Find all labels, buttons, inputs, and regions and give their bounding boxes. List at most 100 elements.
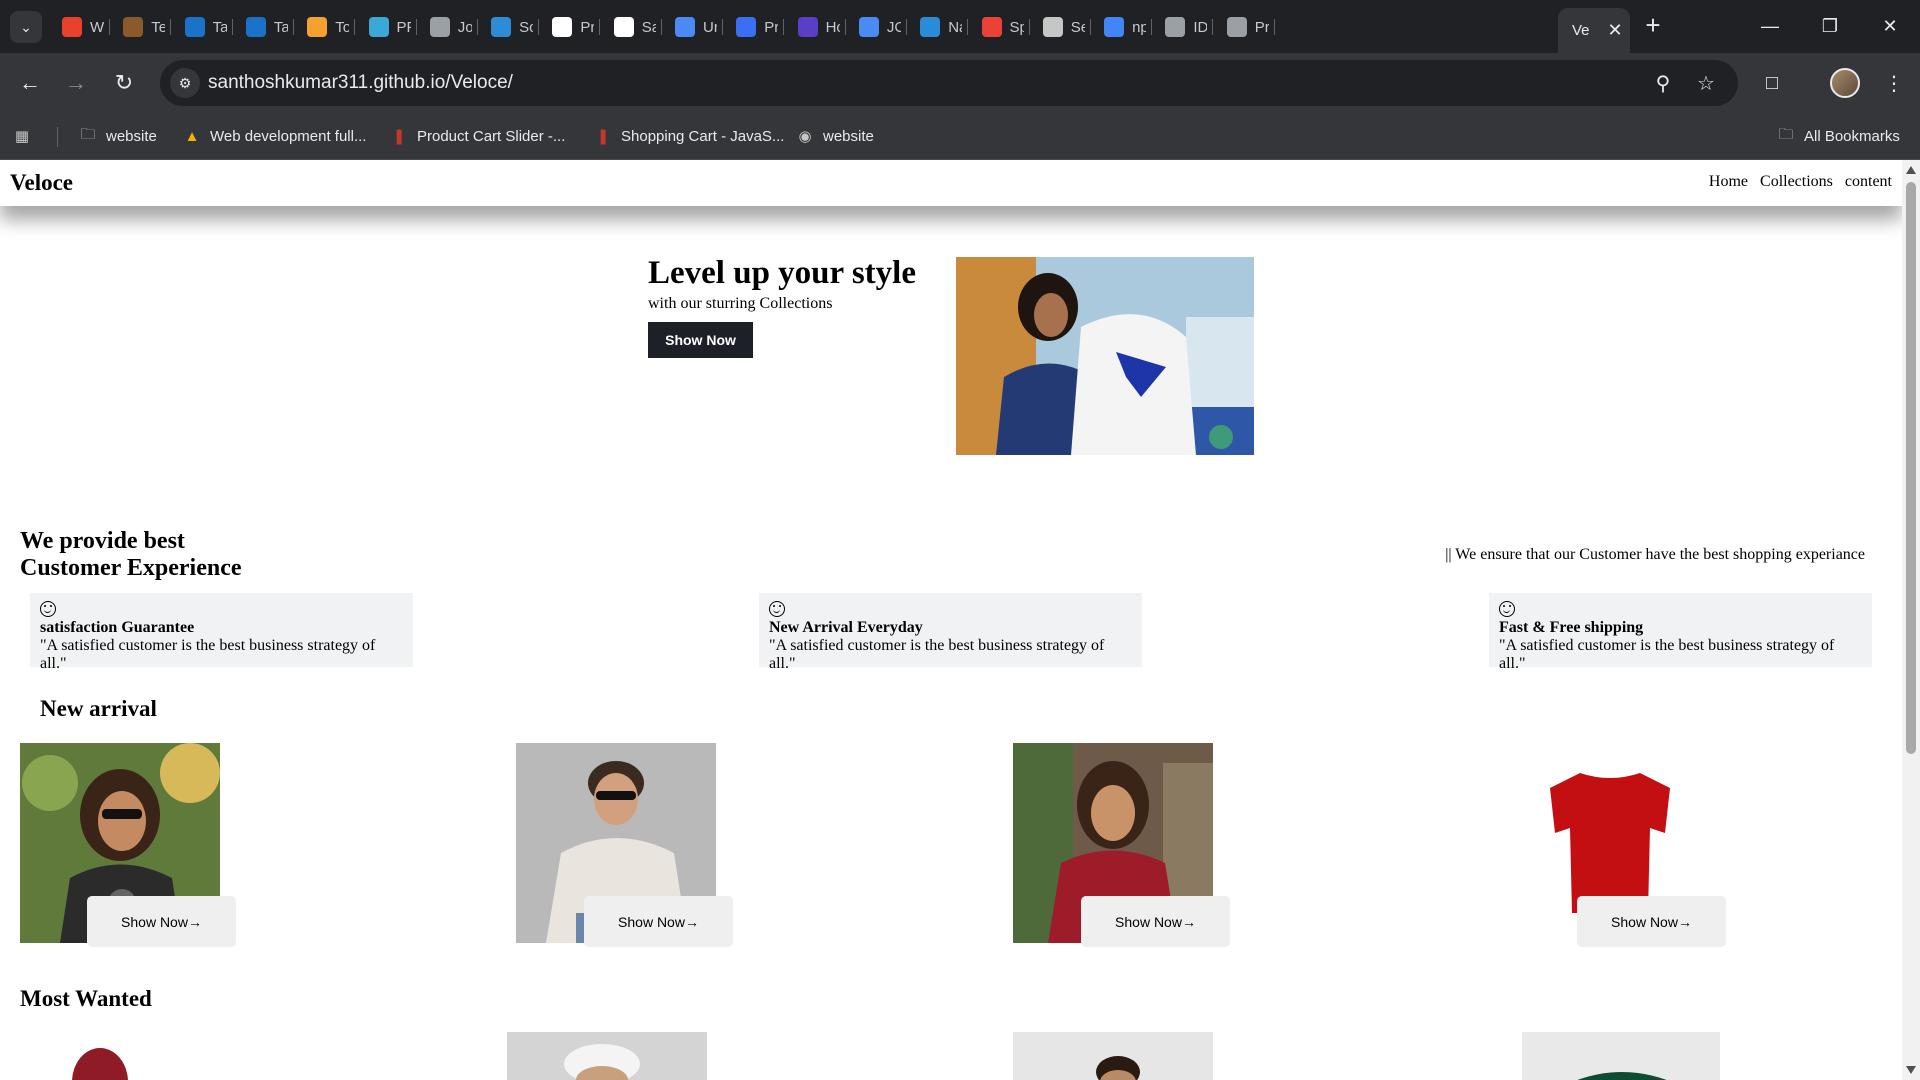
most-wanted-image-3[interactable] bbox=[1013, 1032, 1213, 1080]
tab-13[interactable]: Hc bbox=[788, 11, 846, 43]
star-icon[interactable]: ☆ bbox=[1693, 70, 1719, 96]
tab-17[interactable]: Se bbox=[1033, 11, 1091, 43]
site-brand[interactable]: Veloce bbox=[10, 170, 73, 196]
most-wanted-image-1[interactable] bbox=[60, 1032, 140, 1080]
most-wanted-image-2[interactable] bbox=[507, 1032, 707, 1080]
bookmark-site-icon: ❚ bbox=[596, 128, 610, 145]
tab-18[interactable]: np bbox=[1094, 11, 1153, 43]
feature-card-satisfaction: satisfaction Guarantee "A satisfied cust… bbox=[30, 593, 413, 672]
feature-title: Fast & Free shipping bbox=[1499, 619, 1644, 636]
experience-title-line2: Customer Experience bbox=[20, 555, 242, 581]
tab-14[interactable]: JC bbox=[849, 11, 907, 43]
show-now-button-2[interactable]: Show Now→ bbox=[584, 896, 733, 947]
bookmark-label: Product Cart Slider -... bbox=[417, 127, 566, 145]
tab-19[interactable]: ID bbox=[1155, 11, 1214, 43]
experience-note: || We ensure that our Customer have the … bbox=[1445, 546, 1865, 563]
bookmark-website[interactable]: 🗀 website bbox=[78, 123, 157, 149]
feature-card-shipping: Fast & Free shipping "A satisfied custom… bbox=[1489, 593, 1872, 672]
bookmark-product-cart-slider[interactable]: ❚ Product Cart Slider -... bbox=[389, 123, 566, 149]
tab-search-button[interactable]: ⌄ bbox=[10, 11, 42, 43]
bookmark-label: Shopping Cart - JavaS... bbox=[621, 127, 785, 145]
hero-show-now-button[interactable]: Show Now bbox=[648, 322, 753, 358]
tab-3[interactable]: Ta bbox=[175, 11, 233, 43]
tab-4[interactable]: Ta bbox=[236, 11, 294, 43]
restore-icon: ❐ bbox=[1821, 16, 1839, 36]
back-button[interactable]: ← bbox=[12, 65, 48, 101]
forward-button[interactable]: → bbox=[58, 65, 94, 101]
all-bookmarks-button[interactable]: 🗀 All Bookmarks bbox=[1776, 123, 1899, 149]
google-icon bbox=[1104, 17, 1125, 37]
tab-label: Ur bbox=[703, 18, 717, 36]
scroll-down-icon[interactable] bbox=[1906, 1066, 1916, 1074]
bookmark-site-icon: ❚ bbox=[392, 128, 406, 145]
hero-image bbox=[956, 257, 1254, 455]
nav-collections[interactable]: Collections bbox=[1760, 173, 1833, 191]
experience-title: We provide best Customer Experience bbox=[20, 528, 242, 582]
experience-title-line1: We provide best bbox=[20, 528, 185, 554]
reload-button[interactable]: ↻ bbox=[106, 65, 142, 101]
nav-content[interactable]: content bbox=[1845, 173, 1892, 191]
tab-1[interactable]: W bbox=[52, 11, 110, 43]
bookmark-website-2[interactable]: ◉ website bbox=[795, 123, 873, 149]
new-tab-button[interactable]: + bbox=[1638, 11, 1668, 41]
menu-icon[interactable]: ⋮ bbox=[1876, 65, 1912, 101]
arrow-right-icon: → bbox=[65, 70, 87, 95]
tab-label: W bbox=[90, 18, 104, 36]
tab-label: JC bbox=[886, 18, 901, 36]
new-arrival-title: New arrival bbox=[40, 696, 157, 721]
tab-2[interactable]: Te bbox=[113, 11, 172, 43]
apps-button[interactable]: ▦ bbox=[12, 123, 32, 149]
restore-button[interactable]: ❐ bbox=[1800, 0, 1860, 53]
tab-label: Pr bbox=[764, 18, 779, 36]
tab-label: Ta bbox=[212, 18, 227, 36]
hero-subtitle: with our sturring Collections bbox=[648, 295, 833, 312]
profile-avatar[interactable] bbox=[1830, 68, 1860, 98]
alert-icon bbox=[62, 17, 82, 37]
site-info-icon[interactable]: ⚙ bbox=[170, 68, 200, 98]
tab-16[interactable]: Sp bbox=[972, 11, 1030, 43]
page-scrollbar[interactable] bbox=[1902, 160, 1920, 1080]
show-now-button-4[interactable]: Show Now→ bbox=[1577, 896, 1726, 947]
most-wanted-image-4[interactable] bbox=[1522, 1032, 1720, 1080]
close-window-button[interactable]: ✕ bbox=[1860, 0, 1920, 53]
tab-label: Se bbox=[1070, 18, 1085, 36]
globe-icon bbox=[1165, 17, 1186, 37]
most-wanted-title: Most Wanted bbox=[20, 986, 152, 1011]
tab-7[interactable]: Jo bbox=[420, 11, 478, 43]
curve-icon bbox=[307, 17, 328, 37]
tab-9[interactable]: Pr bbox=[542, 11, 601, 43]
browser-toolbar: ← → ↻ ⚙ santhoshkumar311.github.io/Veloc… bbox=[0, 53, 1920, 113]
nav-home[interactable]: Home bbox=[1709, 173, 1748, 191]
tab-8[interactable]: Sc bbox=[481, 11, 540, 43]
zoom-icon[interactable]: ⚲ bbox=[1650, 70, 1676, 96]
url-text[interactable]: santhoshkumar311.github.io/Veloce/ bbox=[208, 72, 513, 94]
tab-label: np bbox=[1132, 18, 1147, 36]
k-icon bbox=[736, 17, 757, 37]
scroll-up-icon[interactable] bbox=[1906, 166, 1916, 174]
bookmark-web-development[interactable]: ▲ Web development full... bbox=[182, 123, 367, 149]
site-navbar: Veloce Home Collections content bbox=[0, 160, 1902, 206]
tab-15[interactable]: Na bbox=[910, 11, 969, 43]
tab-active[interactable]: Ve ✕ bbox=[1558, 8, 1630, 53]
tab-10[interactable]: Sa bbox=[604, 11, 662, 43]
tab-label: Sp bbox=[1009, 18, 1024, 36]
tab-label: ID bbox=[1193, 18, 1208, 36]
feature-quote: "A satisfied customer is the best busine… bbox=[1499, 637, 1835, 672]
tab-6[interactable]: PF bbox=[359, 11, 417, 43]
scrollbar-thumb[interactable] bbox=[1906, 182, 1916, 754]
show-now-button-3[interactable]: Show Now→ bbox=[1081, 896, 1230, 947]
show-now-button-1[interactable]: Show Now→ bbox=[87, 896, 236, 947]
bookmark-shopping-cart[interactable]: ❚ Shopping Cart - JavaS... bbox=[593, 123, 785, 149]
tab-12[interactable]: Pr bbox=[726, 11, 785, 43]
tab-5[interactable]: To bbox=[297, 11, 356, 43]
feature-quote: "A satisfied customer is the best busine… bbox=[40, 637, 376, 672]
bookmark-label: website bbox=[106, 127, 157, 145]
address-bar[interactable]: ⚙ santhoshkumar311.github.io/Veloce/ ⚲ ☆ bbox=[160, 60, 1738, 106]
close-icon[interactable]: ✕ bbox=[1608, 20, 1623, 41]
arrow-left-icon: ← bbox=[19, 70, 41, 95]
tab-20[interactable]: Pr bbox=[1217, 11, 1275, 43]
extensions-icon[interactable]: □ bbox=[1754, 65, 1790, 101]
minimize-button[interactable]: — bbox=[1740, 0, 1800, 53]
tab-label: To bbox=[335, 18, 350, 36]
tab-11[interactable]: Ur bbox=[665, 11, 723, 43]
